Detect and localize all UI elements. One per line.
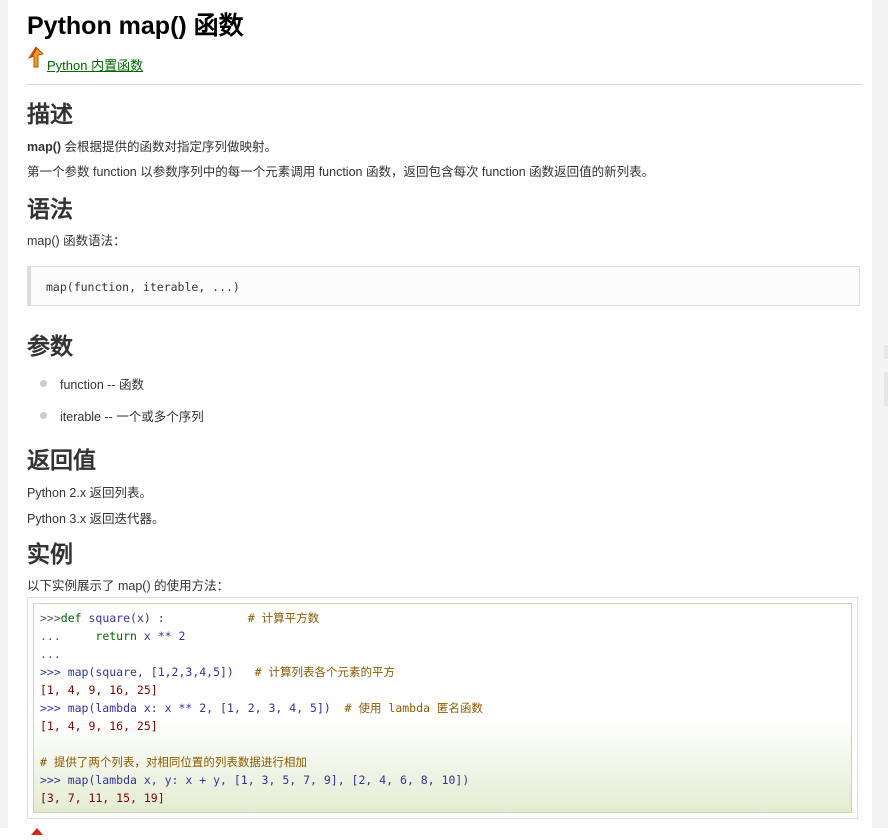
description-line-1: map() 会根据提供的函数对指定序列做映射。: [27, 136, 277, 155]
section-heading-return-value: 返回值: [27, 447, 96, 473]
example-code-block: >>>def square(x) : # 计算平方数 ... return x …: [27, 597, 858, 819]
back-link-row: Python 内置函数: [27, 46, 143, 73]
code-line: >>> map(lambda x: x ** 2, [1, 2, 3, 4, 5…: [40, 701, 483, 715]
code-line: >>>def square(x) : # 计算平方数: [40, 611, 320, 625]
example-code-area[interactable]: >>>def square(x) : # 计算平方数 ... return x …: [33, 603, 852, 813]
syntax-code-block: map(function, iterable, ...): [27, 266, 860, 306]
code-line: # 提供了两个列表，对相同位置的列表数据进行相加: [40, 755, 307, 769]
left-frame-edge: [0, 0, 8, 828]
example-intro: 以下实例展示了 map() 的使用方法：: [27, 579, 230, 593]
syntax-intro: map() 函数语法：: [27, 234, 126, 248]
syntax-code: map(function, iterable, ...): [46, 280, 240, 294]
up-arrow-icon[interactable]: [30, 822, 44, 840]
bullet-icon: [40, 380, 47, 387]
up-arrow-icon[interactable]: [27, 46, 45, 73]
section-heading-syntax: 语法: [27, 196, 73, 222]
description-line-2: 第一个参数 function 以参数序列中的每一个元素调用 function 函…: [27, 165, 655, 179]
code-line: >>> map(square, [1,2,3,4,5]) # 计算列表各个元素的…: [40, 665, 395, 679]
code-line: ... return x ** 2: [40, 629, 186, 643]
code-line: [3, 7, 11, 15, 19]: [40, 791, 165, 805]
code-line: >>> map(lambda x, y: x + y, [1, 3, 5, 7,…: [40, 773, 470, 787]
page-title: Python map() 函数: [27, 12, 244, 40]
return-python2: Python 2.x 返回列表。: [27, 486, 153, 500]
code-line: ...: [40, 647, 61, 661]
builtin-functions-link[interactable]: Python 内置函数: [47, 59, 143, 73]
divider: [27, 84, 862, 85]
section-heading-description: 描述: [27, 101, 73, 127]
bullet-icon: [40, 412, 47, 419]
description-line-1-text: 会根据提供的函数对指定序列做映射。: [61, 140, 278, 154]
scroll-marker: [884, 372, 888, 406]
parameter-function: function -- 函数: [60, 378, 145, 392]
section-heading-example: 实例: [27, 541, 73, 567]
parameter-iterable: iterable -- 一个或多个序列: [60, 410, 204, 424]
return-python3: Python 3.x 返回迭代器。: [27, 512, 165, 526]
right-frame-edge: [872, 0, 888, 828]
map-keyword: map(): [27, 140, 62, 154]
scroll-marker: [884, 345, 888, 359]
code-line: [1, 4, 9, 16, 25]: [40, 719, 158, 733]
code-line: [1, 4, 9, 16, 25]: [40, 683, 158, 697]
section-heading-parameters: 参数: [27, 333, 73, 359]
